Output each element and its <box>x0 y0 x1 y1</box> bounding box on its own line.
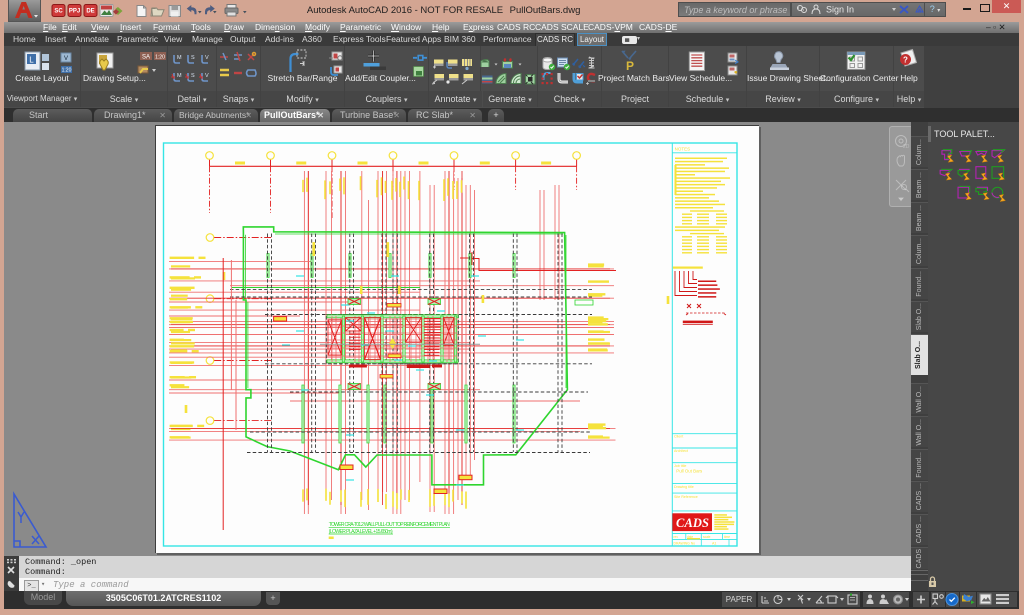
svg-text:DE: DE <box>86 9 94 15</box>
svg-text:Architect: Architect <box>674 449 688 453</box>
svg-text:Client: Client <box>674 435 683 439</box>
svg-text:Pull Out Bars: Pull Out Bars <box>676 469 703 474</box>
svg-text:V: V <box>205 55 209 61</box>
svg-text:P: P <box>626 59 634 73</box>
svg-text:M: M <box>177 73 182 79</box>
svg-text:rev: rev <box>674 535 679 539</box>
svg-text:SC: SC <box>54 9 63 15</box>
svg-text:scale: scale <box>703 535 711 539</box>
svg-text:A1: A1 <box>712 542 716 546</box>
svg-text:CADS: CADS <box>676 516 709 530</box>
svg-text:NOTES: NOTES <box>675 147 691 152</box>
svg-text:time: time <box>724 535 730 539</box>
svg-text:M: M <box>177 55 182 61</box>
svg-text:PPJ: PPJ <box>69 9 80 15</box>
svg-text:S: S <box>191 55 195 61</box>
svg-text:SA: SA <box>142 55 150 61</box>
svg-text:DRAWING No: DRAWING No <box>674 542 696 546</box>
svg-text:V: V <box>64 56 68 62</box>
svg-text:?: ? <box>903 56 908 65</box>
svg-text:Sign In: Sign In <box>826 5 854 15</box>
svg-text:1:20: 1:20 <box>155 55 165 61</box>
svg-text:2D: 2D <box>903 144 910 150</box>
svg-text:Site Reference: Site Reference <box>674 495 698 499</box>
svg-text:Drawing title: Drawing title <box>674 485 694 489</box>
svg-text:Job title: Job title <box>674 464 686 468</box>
svg-text:V: V <box>205 73 209 79</box>
svg-text:L: L <box>29 56 34 65</box>
svg-text:S: S <box>191 73 195 79</box>
